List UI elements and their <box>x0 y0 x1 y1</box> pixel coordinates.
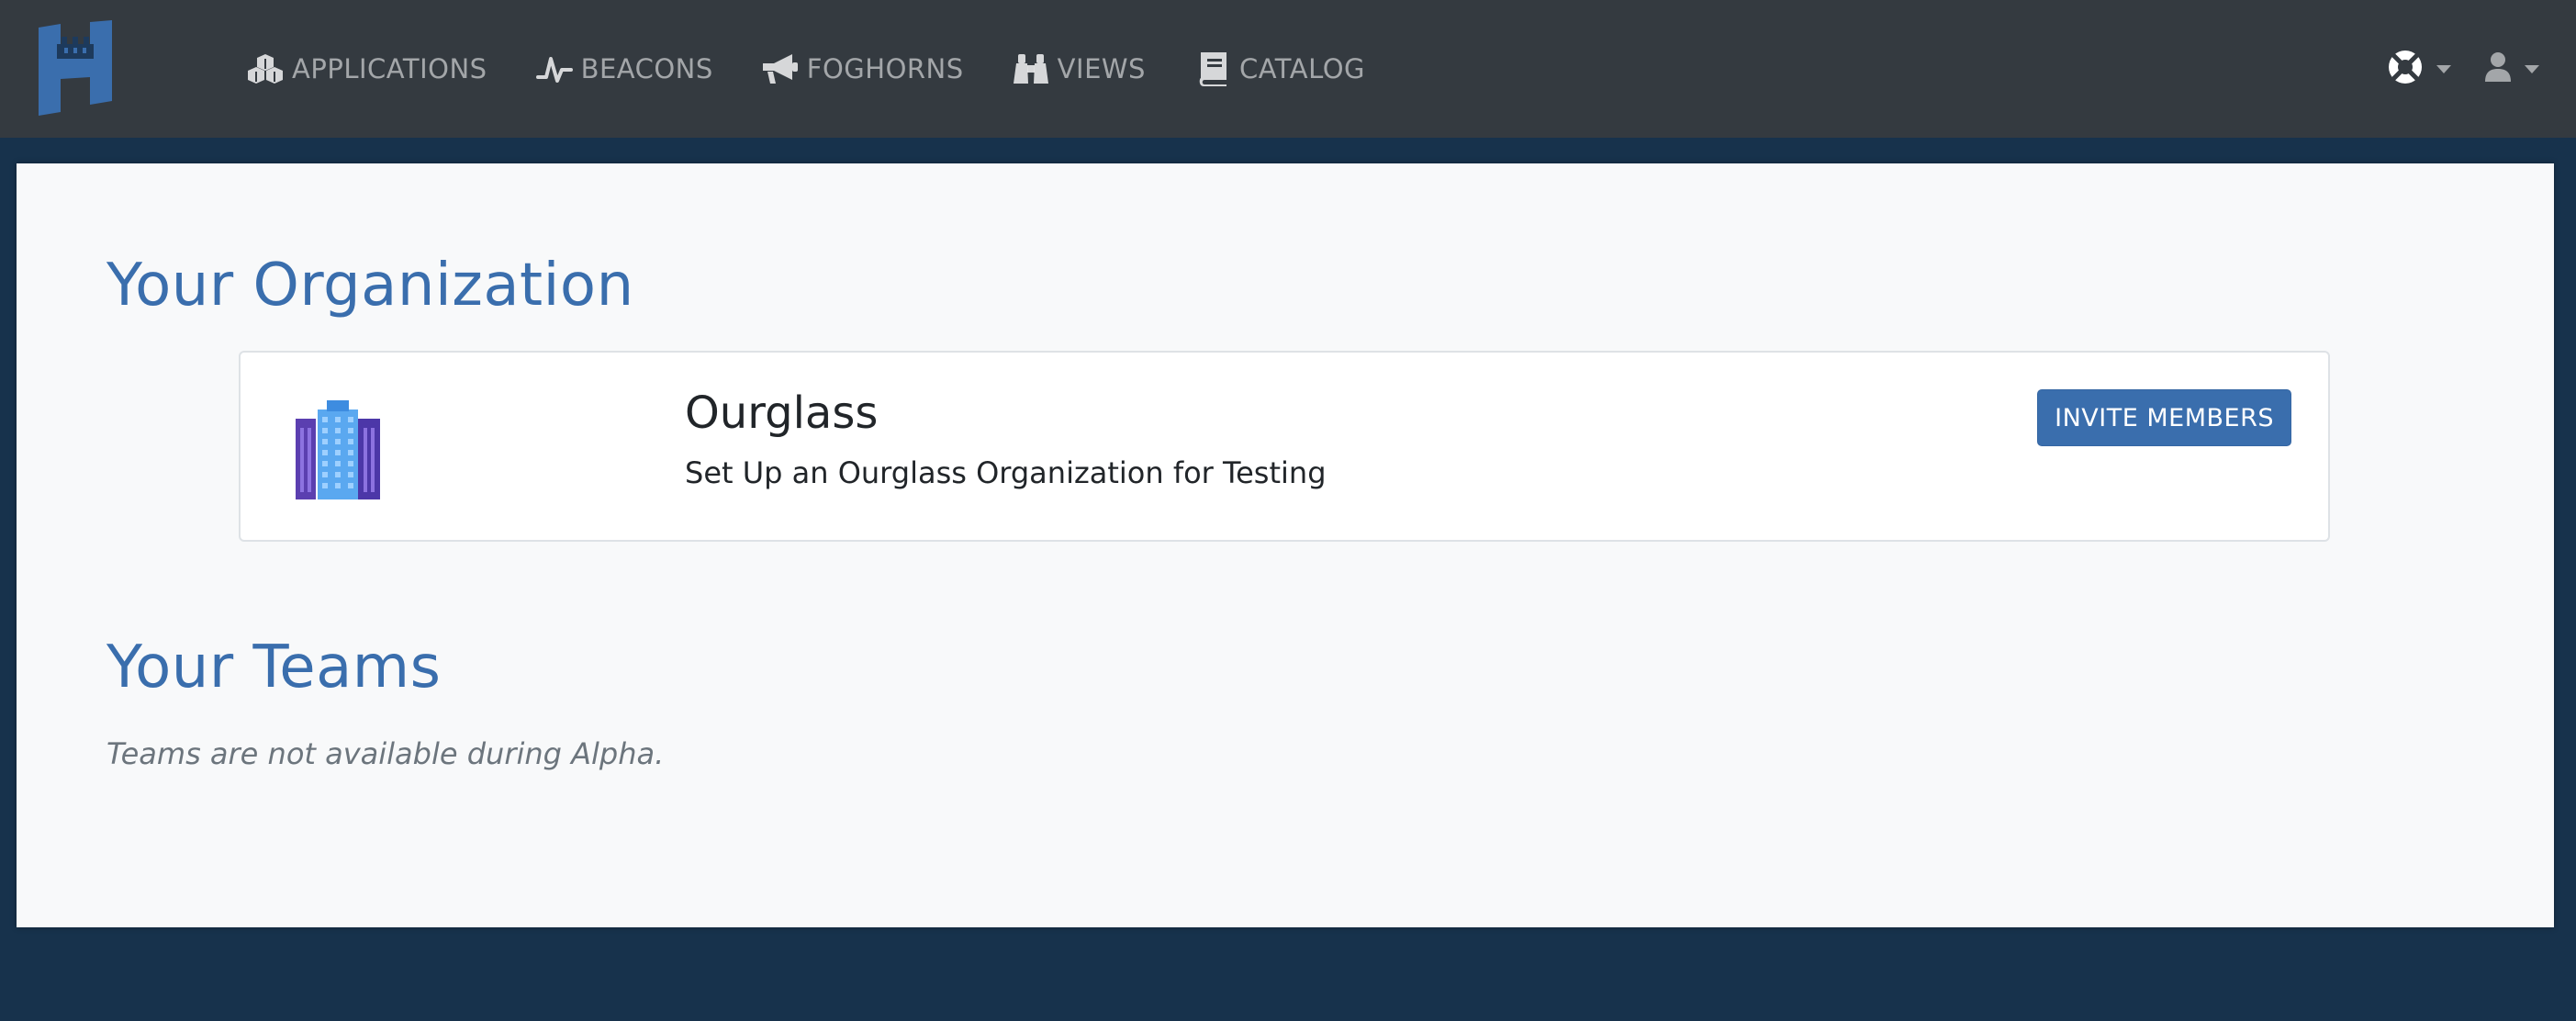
teams-section-title: Your Teams <box>106 634 442 701</box>
heartbeat-icon <box>535 50 574 88</box>
nav-right <box>2354 0 2539 138</box>
nav-beacons[interactable]: BEACONS <box>535 50 713 88</box>
user-icon <box>2484 51 2512 86</box>
chevron-down-icon <box>2436 64 2451 73</box>
chevron-down-icon <box>2525 64 2539 73</box>
user-dropdown[interactable] <box>2484 51 2539 86</box>
nav-foghorns[interactable]: FOGHORNS <box>761 50 964 88</box>
nav-applications-label: APPLICATIONS <box>292 53 487 84</box>
organization-section-title: Your Organization <box>106 252 634 320</box>
nav-views[interactable]: VIEWS <box>1012 50 1146 88</box>
cubes-icon <box>246 50 285 88</box>
organization-name: Ourglass <box>685 387 879 439</box>
content-panel: Your Organization Ourglass Set Up an Our… <box>17 163 2554 927</box>
invite-members-button[interactable]: INVITE MEMBERS <box>2037 389 2291 446</box>
nav-views-label: VIEWS <box>1057 53 1146 84</box>
nav-catalog-label: CATALOG <box>1238 53 1366 84</box>
nav-foghorns-label: FOGHORNS <box>806 53 964 84</box>
office-building-icon <box>294 398 382 501</box>
bullhorn-icon <box>761 50 800 88</box>
help-dropdown[interactable] <box>2387 49 2451 89</box>
main-nav: APPLICATIONS BEACONS FOGHORNS VIEWS CATA… <box>246 0 1413 138</box>
life-ring-icon <box>2387 49 2424 89</box>
nav-applications[interactable]: APPLICATIONS <box>246 50 487 88</box>
organization-description: Set Up an Ourglass Organization for Test… <box>685 455 1327 490</box>
organization-card: Ourglass Set Up an Ourglass Organization… <box>239 351 2330 542</box>
book-icon <box>1193 50 1232 88</box>
nav-catalog[interactable]: CATALOG <box>1193 50 1365 88</box>
binoculars-icon <box>1012 50 1050 88</box>
nav-beacons-label: BEACONS <box>580 53 713 84</box>
teams-unavailable-note: Teams are not available during Alpha. <box>106 736 665 771</box>
top-navbar: APPLICATIONS BEACONS FOGHORNS VIEWS CATA… <box>0 0 2576 138</box>
castle-logo[interactable] <box>37 20 114 116</box>
